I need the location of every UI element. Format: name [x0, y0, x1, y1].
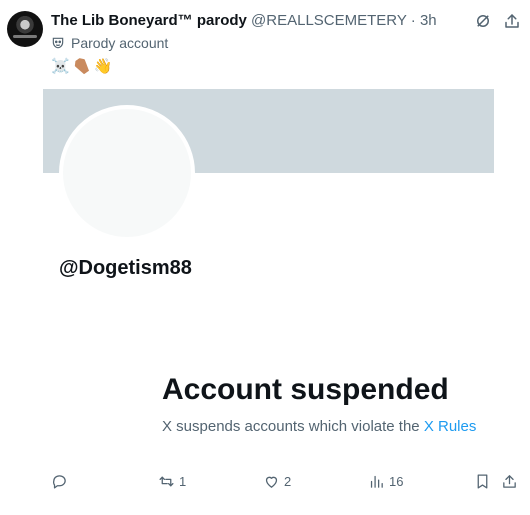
- bookmark-button[interactable]: [474, 470, 491, 492]
- profile-handle: @Dogetism88: [59, 257, 192, 279]
- views-count: 16: [389, 473, 404, 489]
- reply-icon: [53, 474, 66, 489]
- like-count: 2: [284, 473, 292, 489]
- author-avatar[interactable]: [7, 11, 43, 47]
- profile-avatar: [59, 105, 195, 241]
- parody-label: Parody account: [51, 34, 168, 52]
- post-text: ☠️ 👋: [51, 57, 112, 75]
- repost-count: 1: [179, 473, 187, 489]
- grok-icon[interactable]: [474, 12, 492, 30]
- repost-button[interactable]: 1: [158, 470, 186, 492]
- suspended-description: X suspends accounts which violate the X …: [162, 417, 476, 437]
- x-rules-link[interactable]: X Rules: [424, 418, 477, 435]
- suspended-title: Account suspended: [162, 373, 449, 406]
- views-button[interactable]: 16: [368, 470, 403, 492]
- parody-label-text: Parody account: [71, 35, 169, 51]
- like-button[interactable]: 2: [263, 470, 291, 492]
- action-bar: 1 2 16: [0, 470, 530, 492]
- views-icon: [370, 475, 383, 488]
- post-header: The Lib Boneyard™ parody @REALLSCEMETERY…: [51, 11, 437, 31]
- repost-icon: [159, 476, 174, 486]
- more-icon[interactable]: [503, 12, 521, 30]
- share-icon: [503, 474, 516, 488]
- post[interactable]: The Lib Boneyard™ parody @REALLSCEMETERY…: [0, 0, 530, 515]
- separator-dot: ·: [410, 12, 416, 29]
- post-time[interactable]: 3h: [420, 12, 437, 29]
- share-button[interactable]: [501, 470, 518, 492]
- reply-button[interactable]: [51, 470, 72, 492]
- skull-crossbones-icon: ☠️: [51, 57, 70, 75]
- like-icon: [265, 476, 278, 488]
- suspended-description-text: X suspends accounts which violate the: [162, 418, 424, 435]
- waving-hand-icon: 👋: [93, 57, 113, 75]
- coffin-icon: [72, 56, 91, 76]
- mask-icon: [52, 37, 64, 49]
- suspended-account-card[interactable]: @Dogetism88 Account suspended X suspends…: [43, 89, 494, 484]
- bookmark-icon: [477, 473, 488, 489]
- author-handle[interactable]: @REALLSCEMETERY: [251, 12, 407, 29]
- author-display-name[interactable]: The Lib Boneyard™ parody: [51, 12, 247, 29]
